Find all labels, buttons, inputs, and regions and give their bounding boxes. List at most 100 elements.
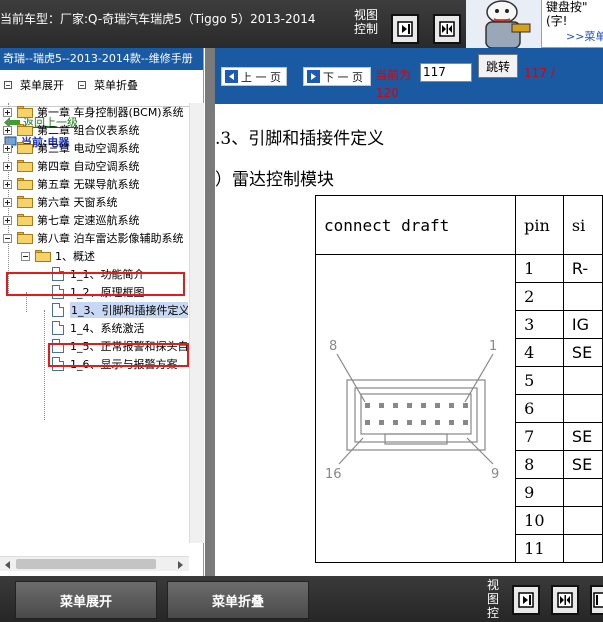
split-arrows-icon bbox=[439, 21, 455, 37]
scroll-thumb[interactable] bbox=[16, 559, 156, 569]
tree-item-chapter-4[interactable]: 第四章 自动空调系统 bbox=[3, 157, 140, 175]
expand-plus-icon[interactable] bbox=[3, 197, 12, 207]
document-icon bbox=[52, 321, 64, 335]
pin-cell: 11 bbox=[515, 534, 564, 563]
tree-item-chapter-6[interactable]: 第六章 天窗系统 bbox=[3, 193, 118, 211]
sidebar-vertical-scrollbar[interactable] bbox=[189, 103, 204, 543]
tree-item-overview[interactable]: 1、概述 bbox=[21, 247, 95, 265]
menu-expand-link[interactable]: 菜单展开 bbox=[4, 77, 64, 93]
highlight-chapter-8 bbox=[6, 272, 185, 296]
signal-cell bbox=[562, 506, 603, 535]
folder-open-icon bbox=[35, 250, 51, 262]
next-page-button[interactable]: 下 一 页 bbox=[303, 67, 371, 86]
menu-collapse-link[interactable]: 菜单折叠 bbox=[78, 77, 138, 93]
tree-item-chapter-1[interactable]: 第一章 车身控制器(BCM)系统 bbox=[3, 103, 184, 121]
scroll-right-arrow[interactable] bbox=[172, 557, 187, 572]
chapter-tree: 第一章 车身控制器(BCM)系统 第二章 组合仪表系统 第三章 电动空调系统 第… bbox=[0, 103, 188, 518]
bottom-menu-expand-button[interactable]: 菜单展开 bbox=[15, 581, 157, 619]
prev-page-button[interactable]: 上 一 页 bbox=[221, 67, 287, 86]
pin-cell: 4 bbox=[515, 338, 564, 367]
tree-item-label: 第一章 车身控制器(BCM)系统 bbox=[37, 106, 184, 119]
folder-open-icon bbox=[17, 232, 33, 244]
sidebar-header: 奇瑞--瑞虎5--2013-2014款--维修手册 bbox=[0, 48, 203, 70]
tree-item-chapter-5[interactable]: 第五章 无碟导航系统 bbox=[3, 175, 140, 193]
bottom-view-left-button[interactable] bbox=[590, 585, 603, 615]
expand-plus-icon[interactable] bbox=[3, 125, 12, 135]
folder-icon bbox=[17, 214, 33, 226]
bottom-view-split-button[interactable] bbox=[551, 585, 579, 615]
tree-item-label: 1_4、系统激活 bbox=[70, 322, 145, 335]
arrow-right-bar-icon bbox=[518, 592, 534, 608]
expand-plus-icon[interactable] bbox=[3, 107, 12, 117]
current-page-label: 当前为 bbox=[375, 68, 412, 82]
vehicle-title: 当前车型：厂家:Q-奇瑞汽车瑞虎5（Tiggo 5）2013-2014 bbox=[0, 12, 316, 26]
connector-diagram: 8 1 16 9 bbox=[325, 339, 499, 482]
pin-grid bbox=[365, 403, 468, 425]
menu-collapse-label: 菜单折叠 bbox=[94, 79, 138, 92]
tree-item-1-4[interactable]: 1_4、系统激活 bbox=[52, 319, 145, 337]
signal-cell: IG bbox=[562, 310, 603, 339]
pin-cell: 9 bbox=[515, 478, 564, 507]
folder-icon bbox=[17, 124, 33, 136]
pin-cell: 7 bbox=[515, 422, 564, 451]
header-connect-draft: connect draft bbox=[314, 195, 517, 255]
tree-item-label: 第五章 无碟导航系统 bbox=[37, 178, 140, 191]
page-total-part1: 117 / bbox=[524, 66, 555, 80]
expand-plus-icon[interactable] bbox=[3, 143, 12, 153]
signal-cell: SE bbox=[562, 338, 603, 367]
expand-icon bbox=[4, 81, 12, 89]
expand-plus-icon[interactable] bbox=[3, 215, 12, 225]
tree-item-chapter-3[interactable]: 第三章 电动空调系统 bbox=[3, 139, 140, 157]
signal-cell: SE bbox=[562, 450, 603, 479]
pin-label-9: 9 bbox=[491, 467, 499, 482]
panel-splitter[interactable] bbox=[205, 48, 215, 576]
sidebar-horizontal-scrollbar[interactable] bbox=[0, 556, 189, 571]
bottom-bar: 菜单展开 菜单折叠 视图控 bbox=[0, 576, 603, 622]
bottom-menu-collapse-button[interactable]: 菜单折叠 bbox=[167, 581, 309, 619]
collapse-minus-icon[interactable] bbox=[21, 251, 30, 261]
pin-cell: 3 bbox=[515, 310, 564, 339]
bottom-view-right-button[interactable] bbox=[512, 585, 540, 615]
folder-icon bbox=[17, 142, 33, 154]
tree-item-label: 1_3、引脚和插接件定义 bbox=[70, 302, 188, 318]
tree-item-label: 第六章 天窗系统 bbox=[37, 196, 118, 209]
view-right-panel-button[interactable] bbox=[391, 14, 419, 44]
mascot-icon bbox=[485, 0, 531, 49]
next-page-label: 下 一 页 bbox=[323, 70, 363, 84]
scroll-left-arrow[interactable] bbox=[0, 557, 15, 572]
triangle-right-icon bbox=[177, 560, 183, 569]
view-control-label: 视图控制 bbox=[354, 8, 379, 36]
highlight-item-1-3 bbox=[48, 343, 189, 367]
arrow-right-icon bbox=[307, 70, 320, 83]
jump-button[interactable]: 跳转 bbox=[478, 54, 518, 78]
document-content: .3、引脚和插接件定义 ）雷达控制模块 connect draft pin si… bbox=[215, 104, 603, 576]
tip-text: 键盘按"(字! bbox=[546, 0, 588, 28]
signal-cell bbox=[562, 394, 603, 423]
expand-plus-icon[interactable] bbox=[3, 179, 12, 189]
view-split-button[interactable] bbox=[433, 14, 461, 44]
sidebar-tools: 菜单展开 菜单折叠 bbox=[0, 70, 203, 100]
signal-cell bbox=[562, 478, 603, 507]
pin-label-16: 16 bbox=[325, 467, 342, 482]
folder-icon bbox=[17, 196, 33, 208]
page-number-input[interactable]: 117 bbox=[420, 63, 472, 82]
tree-item-label: 第三章 电动空调系统 bbox=[37, 142, 140, 155]
arrow-right-bar-icon bbox=[397, 21, 413, 37]
tree-item-1-3[interactable]: 1_3、引脚和插接件定义 bbox=[52, 301, 188, 319]
tip-menu-link[interactable]: >>菜单 bbox=[566, 30, 603, 44]
split-arrows-icon bbox=[557, 592, 573, 608]
pin-label-1: 1 bbox=[489, 339, 497, 354]
document-icon bbox=[52, 303, 64, 317]
signal-cell bbox=[562, 282, 603, 311]
tree-item-chapter-7[interactable]: 第七章 定速巡航系统 bbox=[3, 211, 140, 229]
pin-cell: 2 bbox=[515, 282, 564, 311]
bottom-view-control-label: 视图控 bbox=[487, 578, 500, 620]
collapse-minus-icon[interactable] bbox=[3, 233, 12, 243]
expand-plus-icon[interactable] bbox=[3, 161, 12, 171]
tree-item-chapter-8[interactable]: 第八章 泊车雷达影像辅助系统 bbox=[3, 229, 184, 247]
folder-icon bbox=[17, 160, 33, 172]
signal-cell: SE bbox=[562, 422, 603, 451]
pin-cell: 6 bbox=[515, 394, 564, 423]
tree-item-chapter-2[interactable]: 第二章 组合仪表系统 bbox=[3, 121, 140, 139]
table-row: 1 R- bbox=[314, 254, 603, 563]
